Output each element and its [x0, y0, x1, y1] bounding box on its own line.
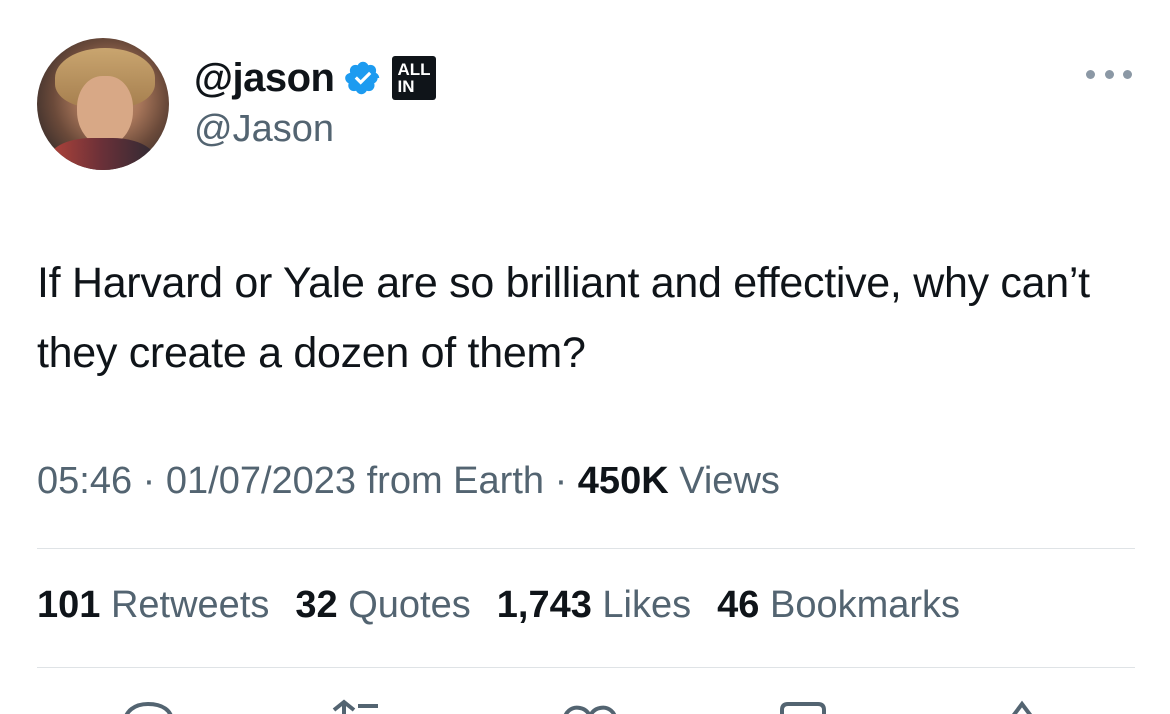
meta-separator: · [554, 460, 568, 502]
avatar[interactable] [37, 38, 169, 170]
quotes-count: 32 [295, 584, 338, 626]
retweets-stat[interactable]: 101 Retweets [37, 584, 269, 627]
likes-count: 1,743 [496, 584, 592, 626]
tweet-stats: 101 Retweets 32 Quotes 1,743 Likes 46 Bo… [37, 584, 960, 627]
more-dot [1123, 69, 1132, 79]
bookmarks-label: Bookmarks [769, 584, 961, 626]
more-dot [1104, 69, 1114, 79]
bookmark-icon[interactable] [776, 696, 836, 714]
author-handle[interactable]: @Jason [194, 108, 334, 151]
tweet-time[interactable]: 05:46 [37, 460, 132, 502]
tweet: @jason ALL IN @Jason If Harvard or Yale … [0, 0, 1170, 714]
meta-separator: · [142, 460, 156, 502]
retweet-icon[interactable] [330, 696, 390, 714]
likes-label: Likes [602, 584, 692, 626]
bookmarks-count: 46 [717, 584, 760, 626]
tweet-date[interactable]: 01/07/2023 [166, 460, 356, 502]
author-name-row: @jason ALL IN [194, 52, 437, 104]
like-icon[interactable] [560, 696, 620, 714]
divider [37, 548, 1135, 549]
affiliate-badge-line2: IN [397, 77, 415, 96]
tweet-source: from Earth [366, 460, 545, 502]
views-label: Views [679, 460, 780, 502]
verified-badge-icon[interactable] [344, 59, 382, 97]
affiliate-badge-line1: ALL [397, 60, 431, 79]
reply-icon[interactable] [118, 696, 178, 714]
views-count: 450K [577, 460, 669, 502]
share-icon[interactable] [1000, 696, 1060, 714]
quotes-label: Quotes [348, 584, 471, 626]
likes-stat[interactable]: 1,743 Likes [497, 584, 691, 627]
tweet-text: If Harvard or Yale are so brilliant and … [37, 259, 1090, 377]
avatar-face [77, 76, 133, 146]
quotes-stat[interactable]: 32 Quotes [295, 584, 470, 627]
display-name[interactable]: @jason [194, 56, 335, 101]
avatar-shirt [47, 138, 157, 170]
affiliate-badge[interactable]: ALL IN [392, 56, 437, 100]
more-dot [1086, 69, 1095, 79]
action-bar [0, 696, 1170, 714]
retweets-label: Retweets [110, 584, 270, 626]
more-options-icon[interactable] [1086, 62, 1132, 86]
retweets-count: 101 [37, 584, 101, 626]
bookmarks-stat[interactable]: 46 Bookmarks [717, 584, 960, 627]
divider [37, 667, 1135, 668]
tweet-meta: 05:46 · 01/07/2023 from Earth · 450K Vie… [37, 460, 780, 503]
